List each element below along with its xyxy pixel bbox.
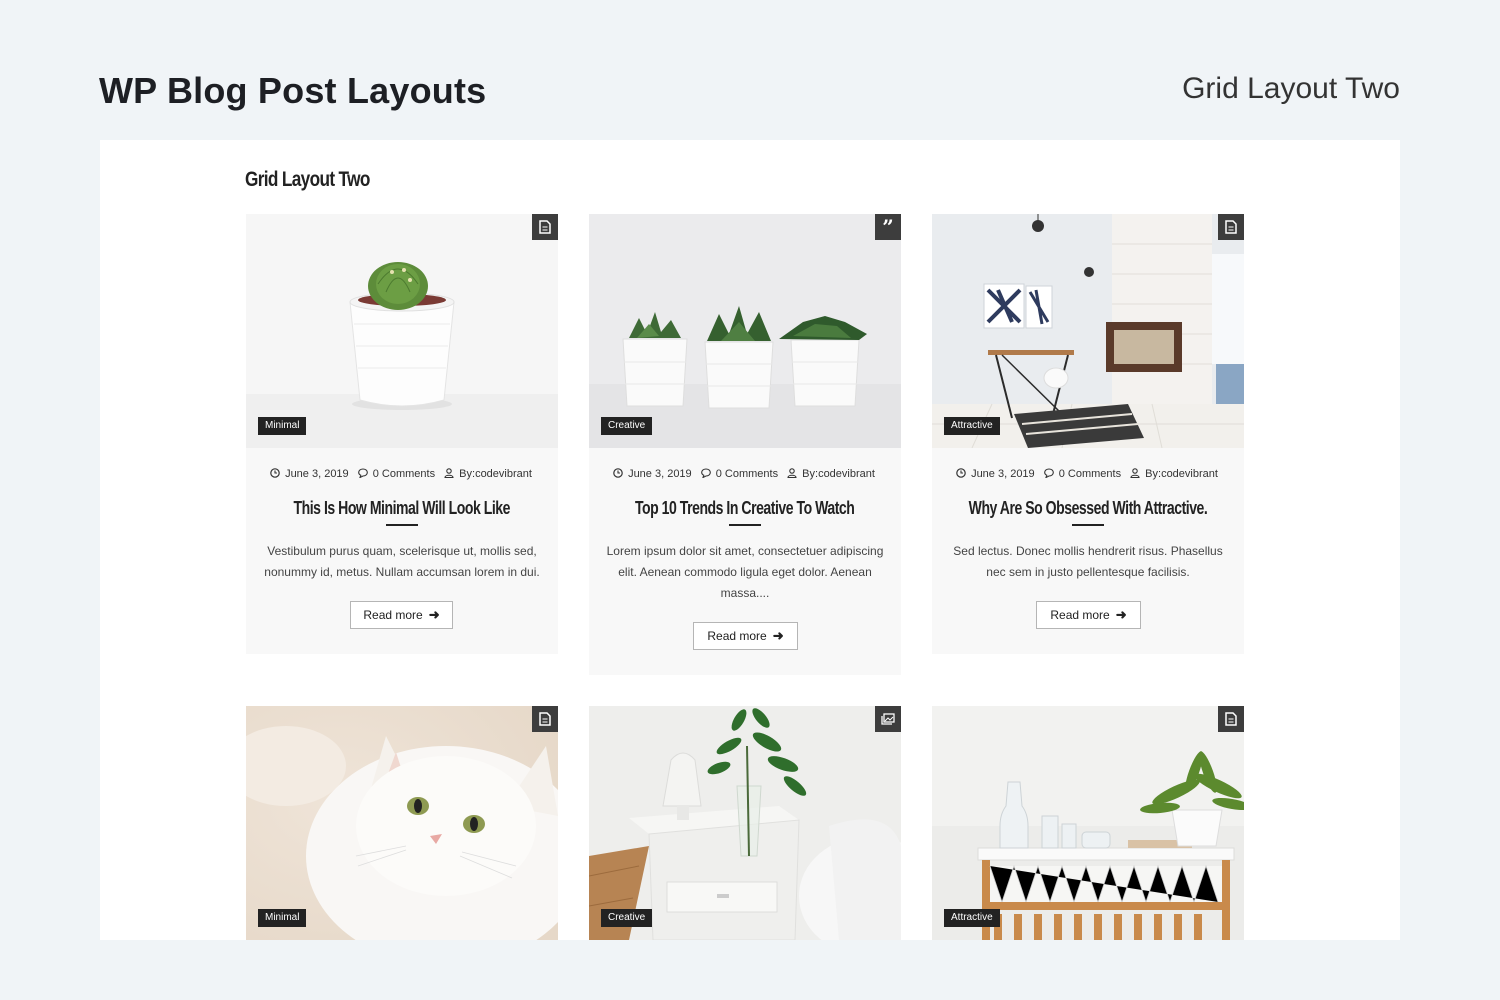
post-thumbnail[interactable]: Minimal	[246, 214, 558, 448]
post-meta: June 3, 2019 0 Comments By:codevibrant	[932, 468, 1244, 480]
post-author[interactable]: By:codevibrant	[444, 468, 534, 480]
post-thumbnail[interactable]: ” Creative	[589, 214, 901, 448]
post-author[interactable]: By:codevibrant	[1130, 468, 1220, 480]
post-card: Minimal	[246, 706, 558, 940]
title-underline	[1072, 524, 1104, 526]
read-more-button[interactable]: Read more ➜	[350, 601, 453, 629]
post-author[interactable]: By:codevibrant	[787, 468, 877, 480]
category-badge[interactable]: Creative	[601, 909, 653, 927]
user-icon	[444, 468, 454, 478]
category-badge[interactable]: Creative	[601, 417, 653, 435]
post-comments[interactable]: 0 Comments	[700, 468, 780, 480]
clock-icon	[270, 468, 280, 478]
section-title: Grid Layout Two	[245, 168, 370, 191]
post-card: ” Creative June 3, 2019 0 Comments By:co…	[589, 214, 901, 675]
quote-icon: ”	[875, 214, 901, 240]
post-card: Minimal June 3, 2019 0 Comments By:codev…	[246, 214, 558, 654]
post-meta: June 3, 2019 0 Comments By:codevibrant	[246, 468, 558, 480]
title-underline	[729, 524, 761, 526]
comment-icon	[1043, 468, 1054, 478]
category-badge[interactable]: Minimal	[258, 417, 307, 435]
post-excerpt: Lorem ipsum dolor sit amet, consectetuer…	[606, 544, 884, 600]
category-badge[interactable]: Minimal	[258, 909, 307, 927]
post-title[interactable]: Why Are So Obsessed With Attractive.	[932, 498, 1244, 519]
arrow-right-icon: ➜	[428, 607, 440, 622]
post-excerpt: Vestibulum purus quam, scelerisque ut, m…	[264, 544, 540, 579]
clock-icon	[613, 468, 623, 478]
document-icon	[532, 214, 558, 240]
arrow-right-icon: ➜	[772, 628, 784, 643]
title-underline	[386, 524, 418, 526]
post-thumbnail[interactable]: Attractive	[932, 214, 1244, 448]
page-title: WP Blog Post Layouts	[99, 70, 487, 111]
user-icon	[1130, 468, 1140, 478]
post-meta: June 3, 2019 0 Comments By:codevibrant	[589, 468, 901, 480]
gallery-icon	[875, 706, 901, 732]
layout-name: Grid Layout Two	[1182, 72, 1400, 105]
document-icon	[1218, 214, 1244, 240]
post-title[interactable]: This Is How Minimal Will Look Like	[246, 498, 558, 519]
post-excerpt: Sed lectus. Donec mollis hendrerit risus…	[953, 544, 1223, 579]
read-more-button[interactable]: Read more ➜	[1036, 601, 1141, 629]
post-card: Attractive June 3, 2019 0 Comments By:co…	[932, 214, 1244, 654]
post-date[interactable]: June 3, 2019	[613, 468, 694, 480]
document-icon	[532, 706, 558, 732]
category-badge[interactable]: Attractive	[944, 417, 1000, 435]
post-title[interactable]: Top 10 Trends In Creative To Watch	[589, 498, 901, 519]
comment-icon	[357, 468, 368, 478]
post-date[interactable]: June 3, 2019	[270, 468, 351, 480]
clock-icon	[956, 468, 966, 478]
comment-icon	[700, 468, 711, 478]
post-card: Creative	[589, 706, 901, 940]
post-thumbnail[interactable]: Minimal	[246, 706, 558, 940]
user-icon	[787, 468, 797, 478]
post-thumbnail[interactable]: Creative	[589, 706, 901, 940]
preview-panel: Grid Layout Two Minimal June 3, 2019 0 C…	[100, 140, 1400, 940]
read-more-button[interactable]: Read more ➜	[693, 622, 798, 650]
category-badge[interactable]: Attractive	[944, 909, 1000, 927]
arrow-right-icon: ➜	[1115, 607, 1127, 622]
post-comments[interactable]: 0 Comments	[1043, 468, 1123, 480]
post-thumbnail[interactable]: Attractive	[932, 706, 1244, 940]
document-icon	[1218, 706, 1244, 732]
post-date[interactable]: June 3, 2019	[956, 468, 1037, 480]
post-comments[interactable]: 0 Comments	[357, 468, 437, 480]
post-card: Attractive	[932, 706, 1244, 940]
